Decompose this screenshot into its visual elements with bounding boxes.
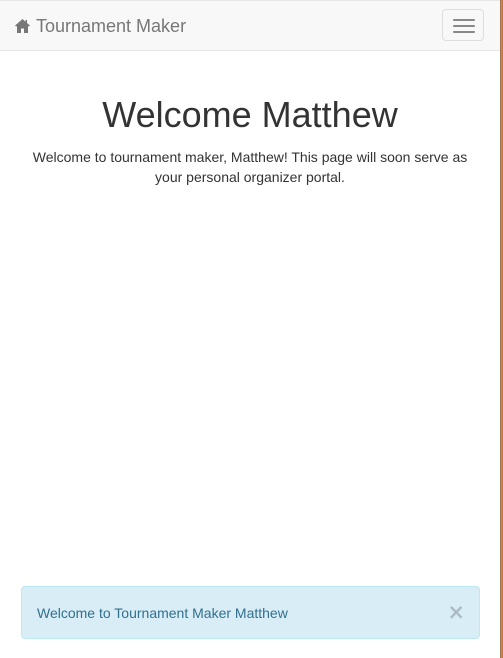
- alert-message: Welcome to Tournament Maker Matthew: [37, 605, 288, 621]
- main-content: Welcome Matthew Welcome to tournament ma…: [0, 51, 500, 187]
- home-icon: [15, 19, 30, 33]
- info-alert: Welcome to Tournament Maker Matthew ×: [21, 586, 480, 639]
- page-frame: Tournament Maker Welcome Matthew Welcome…: [0, 0, 503, 658]
- brand-link[interactable]: Tournament Maker: [14, 15, 186, 37]
- top-navbar: Tournament Maker: [0, 0, 500, 51]
- navbar-toggle-button[interactable]: [442, 9, 484, 41]
- page-title: Welcome Matthew: [102, 94, 398, 135]
- brand-label: Tournament Maker: [36, 16, 187, 36]
- welcome-description: Welcome to tournament maker, Matthew! Th…: [32, 149, 468, 185]
- window-edge-line: [500, 0, 501, 658]
- alert-close-icon[interactable]: ×: [447, 600, 465, 624]
